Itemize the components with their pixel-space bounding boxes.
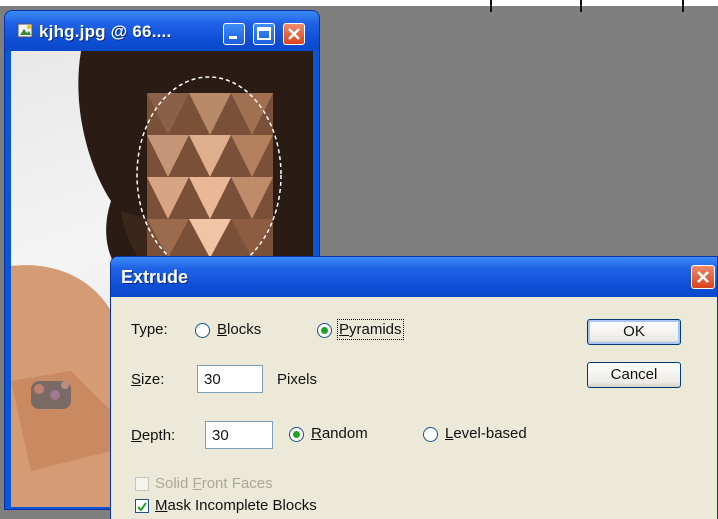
level-based-radio[interactable]: [423, 427, 438, 442]
image-file-icon: [17, 23, 33, 38]
extruded-face: [147, 93, 273, 258]
maximize-button[interactable]: [253, 23, 275, 45]
extrude-dialog[interactable]: Extrude Type: Blocks Pyramids Size: 30 P…: [110, 256, 718, 519]
cancel-button[interactable]: Cancel: [587, 362, 681, 388]
dialog-title: Extrude: [121, 267, 189, 287]
minimize-icon: [229, 36, 237, 39]
ok-button[interactable]: OK: [587, 319, 681, 345]
top-strip: [0, 0, 718, 6]
type-label: Type:: [131, 321, 168, 338]
marker-tick: [490, 0, 492, 12]
pyramids-radio[interactable]: [317, 323, 332, 338]
checkmark-icon: [137, 502, 147, 512]
level-based-radio-label[interactable]: Level-based: [445, 425, 527, 442]
image-window-title: kjhg.jpg @ 66....: [39, 22, 172, 41]
size-unit-label: Pixels: [277, 371, 318, 388]
random-radio-label[interactable]: Random: [311, 425, 368, 442]
close-button[interactable]: [283, 23, 305, 45]
marker-tick: [580, 0, 582, 12]
pyramids-radio-label[interactable]: Pyramids: [337, 319, 404, 340]
depth-label: Depth:: [131, 427, 176, 444]
mask-incomplete-blocks-checkbox[interactable]: [135, 499, 149, 513]
maximize-icon: [257, 27, 271, 40]
close-icon: [697, 271, 709, 283]
size-input[interactable]: 30: [197, 365, 263, 393]
dialog-close-button[interactable]: [691, 265, 715, 289]
close-icon: [288, 28, 300, 40]
solid-front-faces-label: Solid Front Faces: [155, 475, 273, 492]
minimize-button[interactable]: [223, 23, 245, 45]
blocks-radio[interactable]: [195, 323, 210, 338]
blocks-radio-label[interactable]: Blocks: [217, 321, 261, 338]
image-window-titlebar[interactable]: kjhg.jpg @ 66....: [5, 11, 319, 51]
size-label: Size:: [131, 371, 165, 388]
depth-input[interactable]: 30: [205, 421, 273, 449]
mask-incomplete-blocks-label: Mask Incomplete Blocks: [155, 497, 317, 514]
random-radio[interactable]: [289, 427, 304, 442]
marker-tick: [682, 0, 684, 12]
solid-front-faces-checkbox[interactable]: [135, 477, 149, 491]
dialog-titlebar[interactable]: Extrude: [111, 257, 717, 297]
